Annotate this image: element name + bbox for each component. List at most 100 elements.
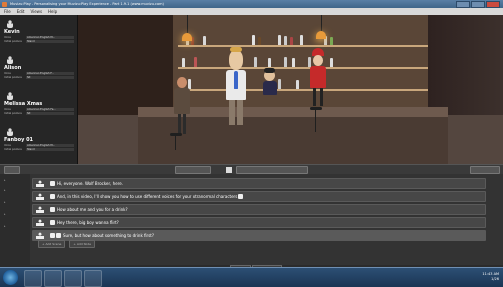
- bar-shelf: [178, 67, 428, 69]
- gutter-icon: ▸: [4, 212, 6, 216]
- script-line-text[interactable]: Sure, but how about something to drink f…: [63, 233, 154, 238]
- posture-select[interactable]: Sit: [26, 75, 74, 79]
- add-slide-button[interactable]: + Add Slide: [69, 240, 95, 248]
- menu-bar: File Edit Views Help: [0, 8, 503, 15]
- script-editor: ▸ ▸ ▸ ▸ ▸ Hi, everyone. Wolf Brocker, he…: [0, 174, 503, 265]
- bottle: [203, 36, 206, 45]
- character-card-fanboy[interactable]: Fanboy 01 Voice American English M... Ini…: [4, 128, 74, 151]
- script-line[interactable]: Hey there, big boy wanna flirt?: [32, 217, 486, 228]
- voice-select[interactable]: American English M...: [26, 35, 74, 39]
- bottle: [268, 58, 271, 67]
- bottle: [284, 57, 287, 67]
- action-chip[interactable]: [56, 233, 61, 238]
- view-options[interactable]: [470, 166, 500, 174]
- add-scene-button[interactable]: + Add Scene: [38, 240, 66, 248]
- scene-viewport[interactable]: [78, 15, 503, 164]
- bottle: [330, 37, 333, 45]
- menu-views[interactable]: Views: [30, 9, 42, 14]
- home-button[interactable]: [4, 166, 20, 174]
- windows-taskbar: 11:43 AM 1/26: [0, 267, 503, 287]
- bottle: [258, 37, 261, 45]
- character-head: [177, 77, 187, 88]
- character-body: [174, 88, 190, 114]
- close-button[interactable]: [486, 1, 500, 8]
- character-card-kevin[interactable]: Kevin Voice American English M... Initial…: [4, 20, 74, 43]
- action-chip[interactable]: [50, 194, 55, 199]
- voice-select[interactable]: American English F...: [26, 71, 74, 75]
- action-chip[interactable]: [50, 220, 55, 225]
- clock-date: 1/26: [491, 277, 499, 281]
- bottle: [284, 36, 287, 45]
- voice-select[interactable]: American English M...: [26, 143, 74, 147]
- character-leg: [183, 114, 186, 134]
- maximize-button[interactable]: [471, 1, 485, 8]
- posture-label: Initial posture: [4, 39, 22, 43]
- explorer-icon[interactable]: [44, 270, 62, 287]
- speaker-icon: [36, 219, 44, 226]
- bar-stool: [310, 107, 322, 110]
- gutter-icon: ▸: [4, 224, 6, 228]
- character-head: [313, 55, 323, 66]
- bottle: [330, 58, 333, 67]
- ie-icon[interactable]: [24, 270, 42, 287]
- character-card-alison[interactable]: Alison Voice American English F... Initia…: [4, 56, 74, 79]
- script-gutter: ▸ ▸ ▸ ▸ ▸: [0, 174, 30, 265]
- script-line[interactable]: How about me and you for a drink?: [32, 204, 486, 215]
- script-line-text[interactable]: How about me and you for a drink?: [57, 207, 128, 212]
- menu-file[interactable]: File: [4, 9, 11, 14]
- posture-select[interactable]: Stand: [26, 147, 74, 151]
- camera-controls[interactable]: [236, 166, 308, 174]
- character-panel: Kevin Voice American English M... Initial…: [0, 15, 78, 164]
- window-titlebar: Muvizu:Play - Personalising your Muvizu:…: [0, 0, 503, 8]
- muvizu-icon[interactable]: [84, 270, 102, 287]
- script-line-text[interactable]: Hi, everyone. Wolf Brocker, here.: [57, 181, 123, 186]
- script-line[interactable]: Hi, everyone. Wolf Brocker, here.: [32, 178, 486, 189]
- character-avatar-icon: [7, 20, 13, 28]
- record-icon[interactable]: [226, 166, 232, 173]
- character-card-melissa[interactable]: Melissa Xmas Voice American English Fe...…: [4, 92, 74, 115]
- script-line[interactable]: And, in this video, I'll show you how to…: [32, 191, 486, 202]
- menu-help[interactable]: Help: [48, 9, 57, 14]
- system-tray: 11:43 AM 1/26: [482, 272, 499, 282]
- app-icon-taskbar[interactable]: [64, 270, 82, 287]
- posture-select[interactable]: Stand: [26, 39, 74, 43]
- character-body: [310, 66, 326, 88]
- bottle: [254, 57, 257, 67]
- start-button-icon[interactable]: [3, 270, 18, 285]
- script-line-text[interactable]: Hey there, big boy wanna flirt?: [57, 220, 119, 225]
- posture-label: Initial posture: [4, 111, 22, 115]
- menu-edit[interactable]: Edit: [17, 9, 25, 14]
- bar-shelf: [178, 45, 428, 47]
- minimize-button[interactable]: [456, 1, 470, 8]
- action-chip[interactable]: [50, 181, 55, 186]
- speaker-icon: [36, 180, 44, 187]
- scene-left-wall: [78, 15, 173, 115]
- posture-label: Initial posture: [4, 147, 22, 151]
- voice-label: Voice: [4, 35, 11, 39]
- bar-back-wall: [173, 15, 433, 110]
- posture-select[interactable]: Sit: [26, 111, 74, 115]
- bar-shelf: [178, 89, 428, 91]
- bottle: [278, 35, 281, 45]
- script-line-text[interactable]: And, in this video, I'll show you how to…: [57, 194, 237, 199]
- speaker-icon: [36, 206, 44, 213]
- action-chip[interactable]: [238, 194, 244, 199]
- posture-label: Initial posture: [4, 75, 22, 79]
- character-tie: [234, 71, 238, 89]
- playback-controls[interactable]: [175, 166, 211, 174]
- pendant-lamp: [182, 33, 192, 41]
- action-chip[interactable]: [50, 233, 55, 238]
- bottle: [278, 79, 281, 89]
- action-chip[interactable]: [50, 207, 55, 212]
- gutter-icon: ▸: [4, 188, 6, 192]
- gutter-icon: ▸: [4, 178, 6, 182]
- character-leg: [313, 88, 316, 106]
- bar-stool-leg: [175, 136, 176, 150]
- character-leg: [237, 100, 243, 125]
- voice-label: Voice: [4, 71, 11, 75]
- voice-select[interactable]: American English Fe...: [26, 107, 74, 111]
- character-leg: [178, 114, 181, 134]
- script-line[interactable]: Sure, but how about something to drink f…: [32, 230, 486, 241]
- character-leg: [229, 100, 235, 125]
- character-hair: [230, 47, 242, 52]
